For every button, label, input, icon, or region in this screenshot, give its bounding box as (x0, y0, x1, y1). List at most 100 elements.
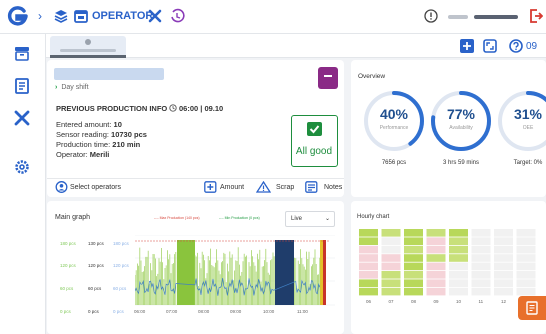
hourly-cell (471, 262, 491, 271)
logo-icon[interactable] (6, 5, 28, 27)
previous-production-time: 06:00 | 09.10 (169, 104, 223, 113)
info-icon[interactable] (424, 9, 438, 23)
help-counter[interactable]: 09 (526, 41, 537, 52)
status-all-good-badge[interactable]: All good (291, 115, 338, 167)
hourly-cell (426, 262, 446, 271)
y-axis-label: 60 pcs (60, 286, 74, 291)
divider (47, 178, 344, 179)
logout-icon[interactable] (529, 9, 543, 23)
tools-icon[interactable] (13, 109, 31, 127)
status-label: All good (295, 146, 333, 157)
hourly-cell (449, 279, 468, 287)
document-icon[interactable] (13, 77, 31, 95)
event-marker (323, 240, 326, 305)
left-sidebar (0, 34, 46, 334)
range-select-value: Live (291, 216, 303, 222)
metric-subtext: 7656 pcs (381, 160, 407, 166)
hourly-cell (494, 237, 513, 245)
y-axis-label: 60 pcs (113, 286, 127, 291)
hourly-cell (426, 287, 446, 296)
scrap-button[interactable]: Scrap (276, 184, 294, 191)
settings-icon[interactable] (13, 158, 31, 176)
hourly-cell (381, 262, 401, 271)
metric-value: 40% (379, 106, 409, 122)
metric-label: Performance (379, 125, 409, 131)
overview-card: Overview 40% Performance 7656 pcs 77% Availa… (351, 60, 546, 197)
x-axis-label: 07:00 (166, 309, 178, 314)
help-icon[interactable] (509, 39, 523, 53)
hourly-cell (426, 254, 446, 262)
hourly-cell (471, 271, 491, 279)
hourly-cell (359, 279, 378, 287)
hourly-cell (404, 262, 423, 271)
main-graph-plot[interactable] (135, 235, 335, 307)
hourly-cell (494, 254, 513, 262)
notes-icon[interactable] (305, 181, 318, 193)
metric-subtext: 3 hrs 59 mins (442, 160, 479, 166)
hourly-cell (404, 229, 423, 237)
hourly-cell (494, 287, 513, 296)
hourly-cell (404, 279, 423, 287)
hourly-cell (516, 237, 536, 245)
y-axis-label: 180 pcs (113, 241, 129, 246)
metric-subtext: Target: 0% (513, 160, 543, 166)
hourly-cell (516, 254, 536, 262)
metric-ring-1[interactable]: 77% Availability (429, 89, 493, 153)
previous-time-text: 06:00 | 09.10 (179, 104, 224, 113)
hour-label: 11 (478, 299, 484, 304)
calendar-icon[interactable] (73, 8, 89, 24)
warning-icon[interactable] (256, 181, 271, 193)
metric-ring-0[interactable]: 40% Performance (362, 89, 426, 153)
tools-icon[interactable] (147, 8, 163, 24)
metric-value: 31% (513, 106, 543, 122)
chevron-down-icon: ⌄ (324, 216, 330, 222)
hour-label: 07 (388, 299, 394, 304)
y-axis-label: 120 pcs (60, 263, 76, 268)
hourly-cell (449, 287, 468, 296)
x-axis-label: 06:00 (134, 309, 146, 314)
notes-button[interactable]: Notes (324, 184, 342, 191)
breadcrumb-operator[interactable]: OPERATOR (92, 10, 153, 22)
hourly-cell (359, 271, 378, 279)
hourly-cell (381, 229, 401, 237)
select-operators-button[interactable]: Select operators (70, 184, 121, 191)
batch-icon[interactable] (318, 67, 338, 89)
hourly-cell (471, 229, 491, 237)
layers-icon[interactable] (53, 8, 69, 24)
document-icon (526, 301, 538, 315)
breadcrumb-chevron-icon: › (38, 9, 42, 23)
range-select[interactable]: Live ⌄ (285, 211, 335, 227)
legend-min-production: ---- Min Production (0 pcs) (219, 216, 260, 220)
hourly-cell (449, 271, 468, 279)
y-axis-label: 0 pcs (113, 309, 124, 314)
feedback-button[interactable] (518, 296, 546, 320)
history-icon[interactable] (169, 8, 185, 24)
hourly-cell (449, 262, 468, 271)
add-amount-icon[interactable] (204, 181, 217, 193)
production-block (177, 240, 195, 305)
user-circle-icon[interactable] (55, 181, 68, 193)
hourly-cell (449, 245, 468, 254)
hourly-cell (471, 254, 491, 262)
x-axis-label: 08:00 (198, 309, 210, 314)
metric-ring-2[interactable]: 31% OEE (496, 89, 546, 153)
user-name-placeholder (448, 15, 468, 19)
sensor-reading-line: Sensor reading: 10730 pcs (56, 130, 147, 139)
hourly-cell (494, 245, 513, 254)
hourly-cell (426, 245, 446, 254)
hourly-cell (426, 237, 446, 245)
hourly-cell (516, 262, 536, 271)
hourly-cell (494, 271, 513, 279)
hourly-chart-plot[interactable] (359, 229, 545, 297)
y-axis-label: 60 pcs (88, 286, 102, 291)
hourly-cell (404, 237, 423, 245)
fullscreen-icon[interactable] (483, 39, 497, 53)
hourly-cell (471, 287, 491, 296)
add-icon[interactable] (460, 39, 474, 53)
tab-current-line[interactable] (50, 36, 126, 58)
y-axis-label: 0 pcs (60, 309, 71, 314)
amount-button[interactable]: Amount (220, 184, 244, 191)
archive-icon[interactable] (13, 44, 31, 62)
shift-label[interactable]: › Day shift (55, 84, 89, 91)
y-axis-label: 180 pcs (60, 241, 76, 246)
